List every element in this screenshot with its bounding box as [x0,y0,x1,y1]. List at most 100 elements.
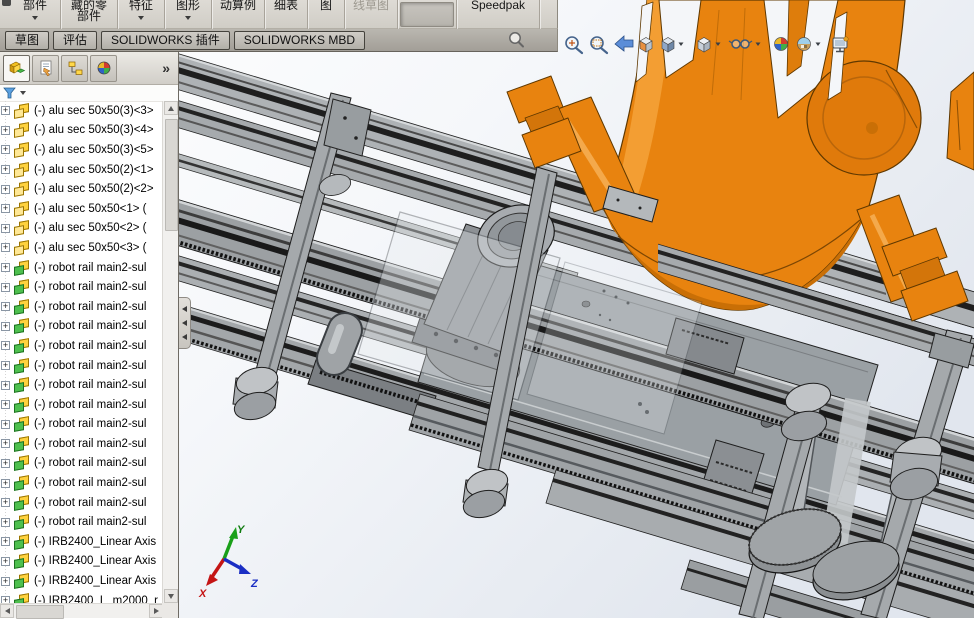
tree-item-label: (-) alu sec 50x50(2)<2> [34,183,154,196]
tree-item[interactable]: + (-) IRB2400_L_m2000_r [0,591,163,603]
chevron-down-icon[interactable] [138,16,144,20]
tree-item-label: (-) robot rail main2-sul [34,359,147,372]
expand-toggle[interactable]: + [1,478,10,488]
tree-item[interactable]: + (-) robot rail main2-sul [0,512,163,532]
panel-splitter-tab[interactable] [179,297,191,349]
tree-item[interactable]: + (-) robot rail main2-sul [0,434,163,454]
configurationmanager-tab[interactable] [61,54,88,82]
tree-item-label: (-) alu sec 50x50<3> ( [34,241,147,254]
tree-horizontal-scrollbar[interactable] [0,603,163,619]
tree-item[interactable]: + (-) IRB2400_Linear Axis [0,532,163,552]
scroll-down-button[interactable] [164,589,178,603]
expand-toggle[interactable]: + [1,537,10,547]
expand-toggle[interactable]: + [1,184,10,194]
tree-vertical-scrollbar[interactable] [162,101,178,603]
tree-item[interactable]: + (-) robot rail main2-sul [0,415,163,435]
expand-toggle[interactable]: + [1,341,10,351]
expand-toggle[interactable]: + [1,282,10,292]
ribbon-button-assembly-features[interactable]: 特征 [120,0,162,29]
expand-toggle[interactable]: + [1,263,10,273]
ribbon-button-label: 线草图 [352,0,389,12]
tree-item[interactable]: + (-) alu sec 50x50(2)<1> [0,160,163,180]
expand-toggle[interactable]: + [1,498,10,508]
section-view-icon[interactable] [639,37,653,53]
expand-toggle[interactable]: + [1,400,10,410]
tree-filter-row[interactable] [0,85,178,102]
tree-item-label: (-) robot rail main2-sul [34,437,147,450]
part-icon [13,102,31,119]
scroll-up-button[interactable] [164,101,178,115]
ribbon-button-bom[interactable]: 细表 [267,0,305,29]
tab-solidworks-mbd[interactable]: SOLIDWORKS MBD [233,30,366,50]
expand-toggle[interactable]: + [1,361,10,371]
expand-toggle[interactable]: + [1,204,10,214]
horizontal-scroll-thumb[interactable] [16,605,64,619]
vertical-scroll-thumb[interactable] [165,119,178,231]
tab-evaluate[interactable]: 评估 [53,30,98,50]
expand-toggle[interactable]: + [1,223,10,233]
tree-item[interactable]: + (-) robot rail main2-sul [0,454,163,474]
tree-item[interactable]: + (-) IRB2400_Linear Axis [0,571,163,591]
expand-toggle[interactable]: + [1,576,10,586]
command-manager-ribbon: 部件 藏的零 部件 特征 图形 动算例 细表 图 线草图 Speedpak [0,0,558,29]
tree-item[interactable]: + (-) alu sec 50x50(3)<4> [0,121,163,141]
tree-item[interactable]: + (-) robot rail main2-sul [0,473,163,493]
tab-solidworks-addins[interactable]: SOLIDWORKS 插件 [101,30,230,50]
expand-toggle[interactable]: + [1,106,10,116]
tree-item[interactable]: + (-) alu sec 50x50<1> ( [0,199,163,219]
expand-toggle[interactable]: + [1,596,10,603]
expand-toggle[interactable]: + [1,145,10,155]
edit-appearance-icon[interactable] [774,37,788,51]
expand-toggle[interactable]: + [1,125,10,135]
panel-tab-bar: » [0,52,178,85]
expand-toggle[interactable]: + [1,556,10,566]
tree-item[interactable]: + (-) robot rail main2-sul [0,336,163,356]
tree-item[interactable]: + (-) alu sec 50x50<3> ( [0,238,163,258]
expand-toggle[interactable]: + [1,380,10,390]
tree-item-label: (-) robot rail main2-sul [34,339,147,352]
expand-toggle[interactable]: + [1,517,10,527]
tree-item[interactable]: + (-) robot rail main2-sul [0,258,163,278]
expand-toggle[interactable]: + [1,458,10,468]
tree-item-label: (-) robot rail main2-sul [34,496,147,509]
tree-item[interactable]: + (-) robot rail main2-sul [0,493,163,513]
part-icon [13,240,31,256]
expand-toggle[interactable]: + [1,419,10,429]
tree-item[interactable]: + (-) robot rail main2-sul [0,356,163,376]
expand-toggle[interactable]: + [1,302,10,312]
scroll-right-button[interactable] [149,604,163,618]
tab-sketch[interactable]: 草图 [5,30,50,50]
tree-item-label: (-) IRB2400_L_m2000_r [34,594,159,603]
tree-item[interactable]: + (-) alu sec 50x50<2> ( [0,219,163,239]
chevron-down-icon[interactable] [185,16,191,20]
ribbon-button-exploded-view[interactable]: 图 [310,0,342,29]
tree-item[interactable]: + (-) robot rail main2-sul [0,277,163,297]
scroll-left-button[interactable] [0,604,14,618]
tree-item[interactable]: + (-) IRB2400_Linear Axis [0,552,163,572]
tree-item[interactable]: + (-) alu sec 50x50(3)<5> [0,140,163,160]
tree-item[interactable]: + (-) robot rail main2-sul [0,395,163,415]
ribbon-button-speedpak[interactable]: Speedpak [459,0,537,29]
tree-item[interactable]: + (-) alu sec 50x50(3)<3> [0,101,163,121]
tree-item[interactable]: + (-) robot rail main2-sul [0,297,163,317]
tree-item[interactable]: + (-) robot rail main2-sul [0,375,163,395]
expand-toggle[interactable]: + [1,243,10,253]
ribbon-button-reference-geometry[interactable]: 图形 [167,0,209,29]
ribbon-button-motion-study[interactable]: 动算例 [214,0,262,29]
expand-toggle[interactable]: + [1,439,10,449]
propertymanager-tab[interactable] [32,54,59,82]
expand-toggle[interactable]: + [1,321,10,331]
chevron-down-icon[interactable] [20,91,26,95]
expand-toggle[interactable]: + [1,165,10,175]
displaymanager-tab[interactable] [90,54,117,82]
ribbon-button-explode-line-sketch: 线草图 [347,0,395,29]
ribbon-button-components[interactable]: 部件 [12,0,58,29]
magnifier-icon[interactable] [508,31,525,49]
panel-overflow-chevron[interactable]: » [162,60,175,76]
tree-item[interactable]: + (-) robot rail main2-sul [0,317,163,337]
tree-item[interactable]: + (-) alu sec 50x50(2)<2> [0,179,163,199]
chevron-down-icon[interactable] [32,16,38,20]
instant3d-button[interactable] [400,2,454,27]
featuremanager-tree-tab[interactable] [3,54,30,82]
ribbon-button-hidden-components[interactable]: 藏的零 部件 [63,0,115,29]
